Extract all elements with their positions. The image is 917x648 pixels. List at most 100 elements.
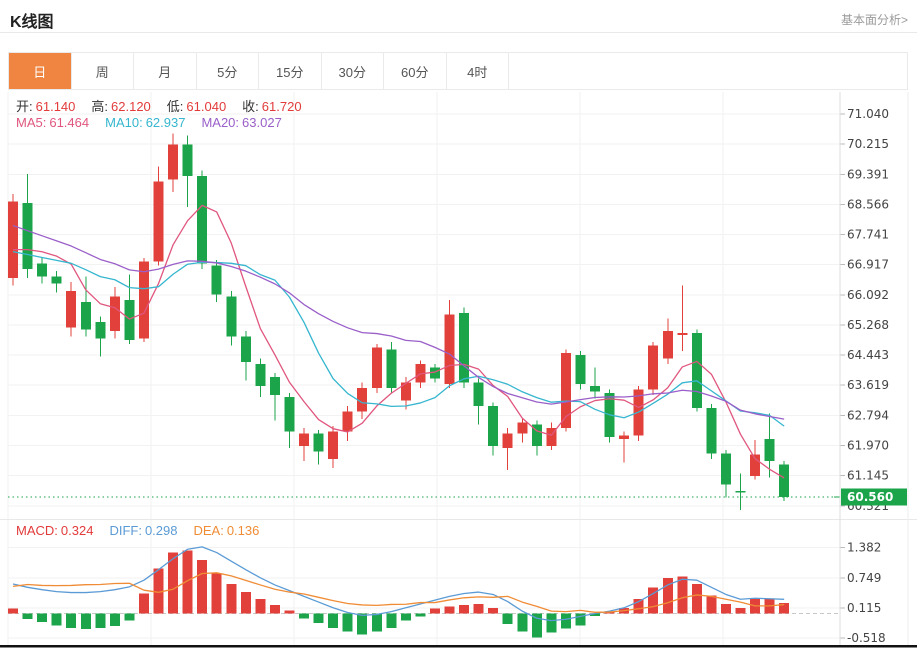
candle xyxy=(517,422,527,433)
candle xyxy=(328,432,338,459)
header-divider xyxy=(0,32,917,33)
ma-row-label: MA10: xyxy=(105,115,143,130)
ma-readout: MA5:61.464 MA10:62.937 MA20:63.027 xyxy=(16,115,298,130)
ohlc-readout: 开:61.140高:62.120低:61.040收:61.720 xyxy=(16,96,318,115)
candle xyxy=(314,433,324,451)
macd-bar xyxy=(270,605,280,614)
ohlc-row-value: 62.120 xyxy=(111,99,151,114)
macd-bar xyxy=(517,614,527,632)
candle xyxy=(765,439,775,461)
candle xyxy=(168,145,178,180)
macd-bar xyxy=(284,611,294,614)
bottom-bar xyxy=(0,645,917,648)
candle xyxy=(590,386,600,391)
macd-row-pair: DIFF:0.298 xyxy=(109,523,177,538)
ohlc-row-pair: 收:61.720 xyxy=(242,99,301,114)
macd-bar xyxy=(401,614,411,621)
macd-bar xyxy=(459,605,469,614)
price-axis-label: 64.443 xyxy=(847,348,889,362)
ohlc-row-pair: 低:61.040 xyxy=(167,99,226,114)
macd-bar xyxy=(546,614,556,633)
tab-月[interactable]: 月 xyxy=(134,53,197,89)
candle xyxy=(23,203,33,269)
tab-60分[interactable]: 60分 xyxy=(384,53,447,89)
macd-bar xyxy=(328,614,338,628)
macd-bar xyxy=(736,608,746,614)
period-tabs: 日周月5分15分30分60分4时 xyxy=(8,52,908,90)
candle xyxy=(8,201,18,278)
candle xyxy=(139,262,149,339)
macd-bar xyxy=(226,584,236,614)
ma-row-label: MA5: xyxy=(16,115,46,130)
price-axis-label: 62.794 xyxy=(847,408,889,422)
candle xyxy=(270,377,280,395)
ohlc-row-value: 61.140 xyxy=(36,99,76,114)
price-axis-label: 67.741 xyxy=(847,228,889,242)
macd-bar xyxy=(357,614,367,635)
price-axis-label: 68.566 xyxy=(847,197,889,211)
candle xyxy=(241,337,251,363)
ma-row-value: 61.464 xyxy=(49,115,89,130)
macd-bar xyxy=(66,614,76,628)
ohlc-row-label: 低: xyxy=(167,99,184,114)
tab-4时[interactable]: 4时 xyxy=(447,53,510,89)
candle xyxy=(648,346,658,390)
ohlc-row-value: 61.720 xyxy=(262,99,302,114)
macd-row-pair: MACD:0.324 xyxy=(16,523,93,538)
macd-bar xyxy=(139,594,149,614)
ohlc-row-value: 61.040 xyxy=(186,99,226,114)
candle xyxy=(37,263,47,276)
candle xyxy=(226,296,236,336)
macd-bar xyxy=(241,592,251,613)
candle xyxy=(299,433,309,446)
macd-row-value: 0.136 xyxy=(227,523,260,538)
price-axis-label: 65.268 xyxy=(847,318,889,332)
candle xyxy=(677,333,687,335)
tab-30分[interactable]: 30分 xyxy=(322,53,385,89)
price-axis-label: 66.917 xyxy=(847,258,889,272)
candle xyxy=(52,276,62,283)
macd-axis-label: 0.115 xyxy=(847,601,881,615)
candle xyxy=(721,454,731,485)
macd-bar xyxy=(474,604,484,614)
tab-日[interactable]: 日 xyxy=(9,53,72,89)
candle xyxy=(663,331,673,358)
candle xyxy=(445,315,455,384)
macd-bar xyxy=(81,614,91,630)
macd-bar xyxy=(8,609,18,614)
macd-bar xyxy=(503,614,513,624)
ma-row-pair: MA5:61.464 xyxy=(16,115,89,130)
fundamental-analysis-link[interactable]: 基本面分析> xyxy=(841,11,908,28)
tab-15分[interactable]: 15分 xyxy=(259,53,322,89)
ma-row-value: 63.027 xyxy=(242,115,282,130)
macd-bar xyxy=(52,614,62,626)
price-axis-label: 69.391 xyxy=(847,167,889,181)
candle xyxy=(183,145,193,176)
macd-row-label: DEA: xyxy=(193,523,223,538)
tab-strip-filler xyxy=(509,53,907,89)
macd-bar xyxy=(124,614,134,621)
macd-bar xyxy=(197,560,207,613)
candle xyxy=(488,406,498,446)
candle xyxy=(692,333,702,408)
tab-周[interactable]: 周 xyxy=(72,53,135,89)
macd-readout: MACD:0.324 DIFF:0.298 DEA: 0.136 xyxy=(16,523,275,538)
macd-bar xyxy=(386,614,396,628)
macd-bar xyxy=(37,614,47,623)
candle xyxy=(154,181,164,261)
macd-row-label: DIFF: xyxy=(109,523,142,538)
macd-bar xyxy=(343,614,353,632)
ma-row-label: MA20: xyxy=(201,115,239,130)
tab-5分[interactable]: 5分 xyxy=(197,53,260,89)
macd-row-value: 0.298 xyxy=(145,523,178,538)
macd-bar xyxy=(372,614,382,632)
macd-bar xyxy=(95,614,105,628)
macd-bar xyxy=(314,614,324,624)
macd-bar xyxy=(677,576,687,613)
ma-row-pair: MA10:62.937 xyxy=(105,115,185,130)
macd-axis-label: 0.749 xyxy=(847,571,881,585)
macd-axis-label: 1.382 xyxy=(847,541,881,555)
macd-bar xyxy=(255,599,265,613)
ohlc-row-label: 高: xyxy=(91,99,108,114)
macd-bar xyxy=(110,614,120,626)
